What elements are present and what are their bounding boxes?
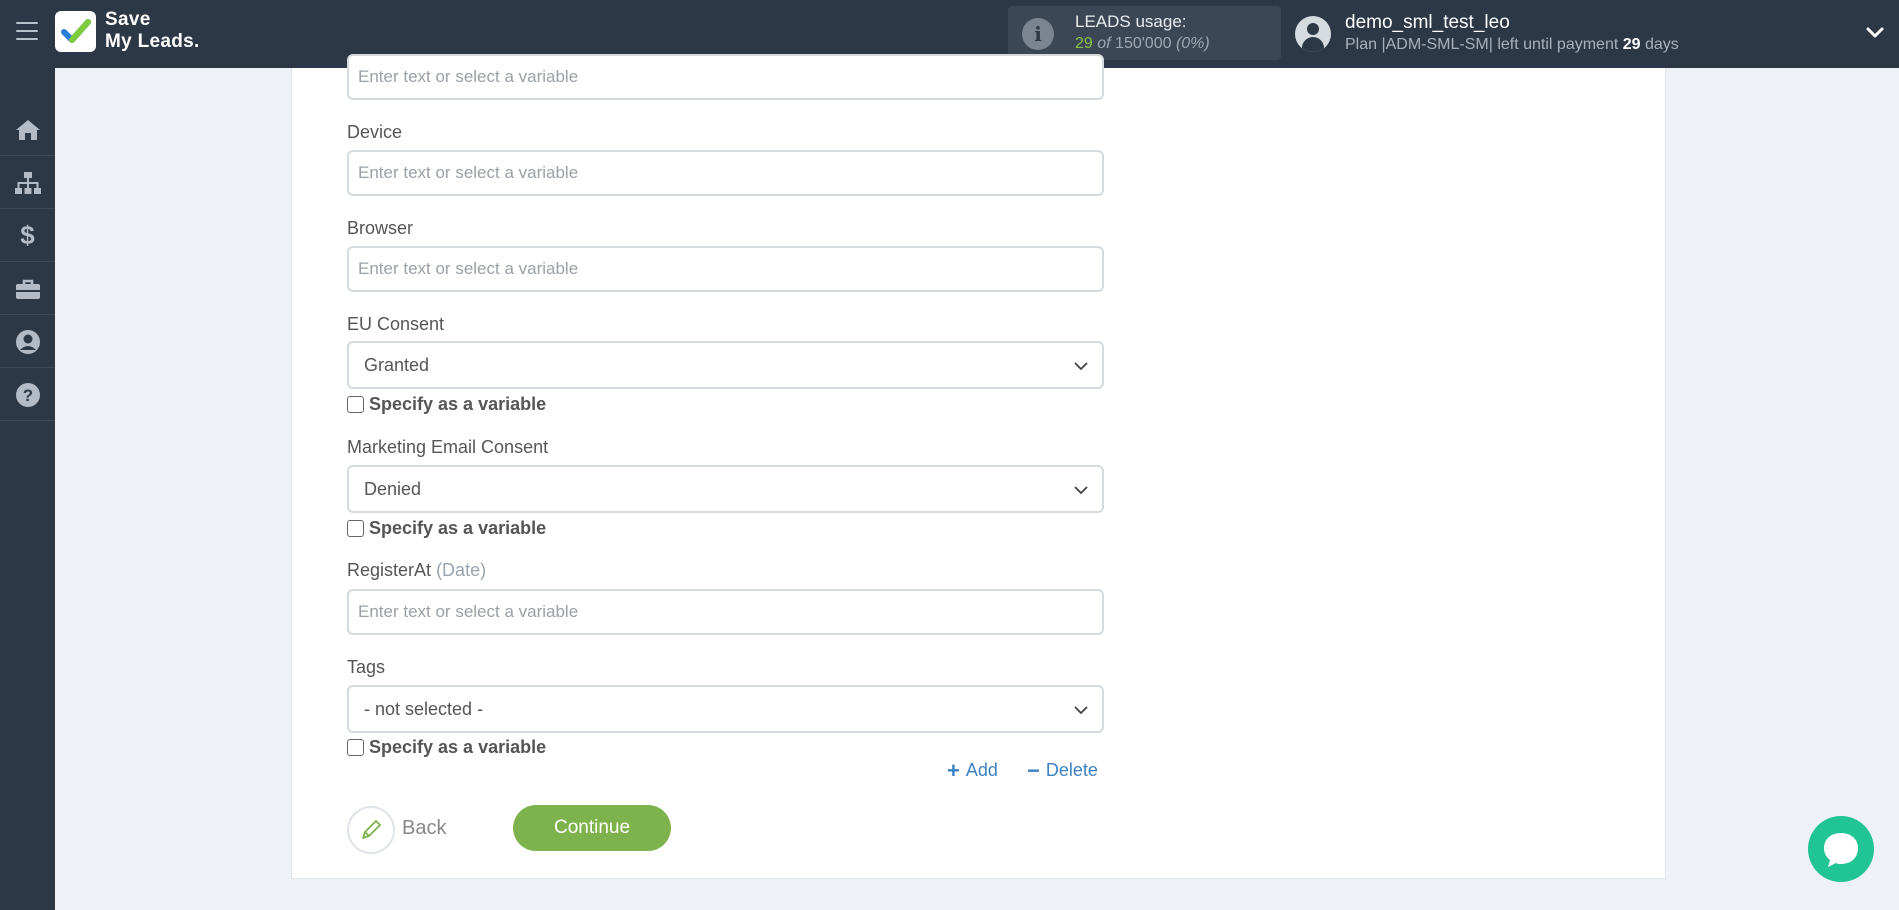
usage-percent: (0%): [1175, 35, 1210, 52]
briefcase-icon: [15, 279, 40, 299]
home-icon: [15, 119, 40, 140]
tags-checkbox-label: Specify as a variable: [369, 737, 547, 757]
eu-consent-variable-checkbox[interactable]: Specify as a variable: [347, 394, 546, 415]
checkbox-box[interactable]: [347, 396, 364, 413]
register-at-label-text: RegisterAt: [347, 560, 432, 580]
eu-consent-checkbox-label: Specify as a variable: [369, 394, 547, 414]
chevron-down-icon: [1074, 706, 1088, 715]
register-at-label: RegisterAt (Date): [347, 560, 486, 581]
delete-label: Delete: [1045, 760, 1098, 780]
sidebar: $ ?: [0, 68, 55, 910]
dollar-icon: $: [20, 220, 35, 250]
minus-icon: −: [1027, 757, 1040, 783]
avatar-icon[interactable]: [1295, 16, 1331, 52]
pencil-icon: [362, 820, 381, 839]
sidebar-item-billing[interactable]: $: [0, 210, 55, 262]
sidebar-item-help[interactable]: ?: [0, 369, 55, 421]
sitemap-icon: [14, 171, 41, 194]
register-at-hint: (Date): [436, 560, 487, 580]
sidebar-item-home[interactable]: [0, 104, 55, 156]
leads-usage-panel: i LEADS usage: 29 of 150'000 (0%): [1008, 6, 1281, 60]
tags-variable-checkbox[interactable]: Specify as a variable: [347, 737, 546, 758]
eu-consent-value: Granted: [364, 355, 430, 375]
marketing-consent-value: Denied: [364, 479, 422, 499]
eu-consent-select[interactable]: Granted: [347, 341, 1104, 389]
usage-of: of: [1097, 35, 1111, 52]
plan-suffix: days: [1645, 36, 1679, 53]
sidebar-item-connections[interactable]: [0, 157, 55, 209]
device-label: Device: [347, 122, 403, 142]
tags-value: - not selected -: [364, 699, 484, 719]
usage-value: 29 of 150'000 (0%): [1075, 35, 1210, 53]
add-label: Add: [965, 760, 998, 780]
continue-button[interactable]: Continue: [513, 805, 671, 851]
back-label[interactable]: Back: [402, 817, 446, 840]
back-button[interactable]: [347, 806, 395, 854]
device-input[interactable]: [347, 150, 1104, 196]
checkbox-box[interactable]: [347, 739, 364, 756]
menu-icon[interactable]: [16, 22, 38, 42]
plus-icon: +: [947, 757, 960, 783]
chevron-down-icon: [1074, 486, 1088, 495]
marketing-consent-checkbox-label: Specify as a variable: [369, 518, 547, 538]
logo-line-1: Save: [105, 9, 151, 30]
info-icon: i: [1022, 18, 1054, 50]
chat-icon[interactable]: [1808, 816, 1874, 882]
marketing-consent-label: Marketing Email Consent: [347, 437, 549, 457]
marketing-consent-select[interactable]: Denied: [347, 465, 1104, 513]
logo-text[interactable]: Save My Leads.: [105, 9, 200, 53]
browser-input[interactable]: [347, 246, 1104, 292]
chevron-down-icon: [1074, 362, 1088, 371]
plan-info: Plan |ADM-SML-SM| left until payment 29 …: [1345, 36, 1679, 54]
svg-text:?: ?: [22, 386, 32, 405]
sidebar-item-account[interactable]: [0, 316, 55, 368]
user-name[interactable]: demo_sml_test_leo: [1345, 12, 1510, 34]
tags-label: Tags: [347, 657, 386, 677]
top-field-input[interactable]: [347, 54, 1104, 100]
user-circle-icon: [15, 329, 40, 354]
eu-consent-label: EU Consent: [347, 314, 445, 334]
usage-title: LEADS usage:: [1075, 12, 1187, 31]
sidebar-item-projects[interactable]: [0, 263, 55, 315]
browser-label: Browser: [347, 218, 414, 238]
plan-prefix: Plan |ADM-SML-SM| left until payment: [1345, 36, 1619, 53]
delete-button[interactable]: − Delete: [1027, 757, 1098, 783]
register-at-input[interactable]: [347, 589, 1104, 635]
logo-line-2: My Leads.: [105, 31, 200, 52]
marketing-consent-variable-checkbox[interactable]: Specify as a variable: [347, 518, 546, 539]
usage-used: 29: [1075, 35, 1093, 52]
logo-icon[interactable]: [55, 11, 96, 52]
checkbox-box[interactable]: [347, 520, 364, 537]
help-circle-icon: ?: [15, 382, 40, 407]
usage-total: 150'000: [1115, 35, 1172, 52]
chevron-down-icon[interactable]: [1864, 22, 1886, 44]
tags-select[interactable]: - not selected -: [347, 685, 1104, 733]
add-button[interactable]: + Add: [947, 757, 998, 783]
plan-days: 29: [1622, 36, 1641, 53]
